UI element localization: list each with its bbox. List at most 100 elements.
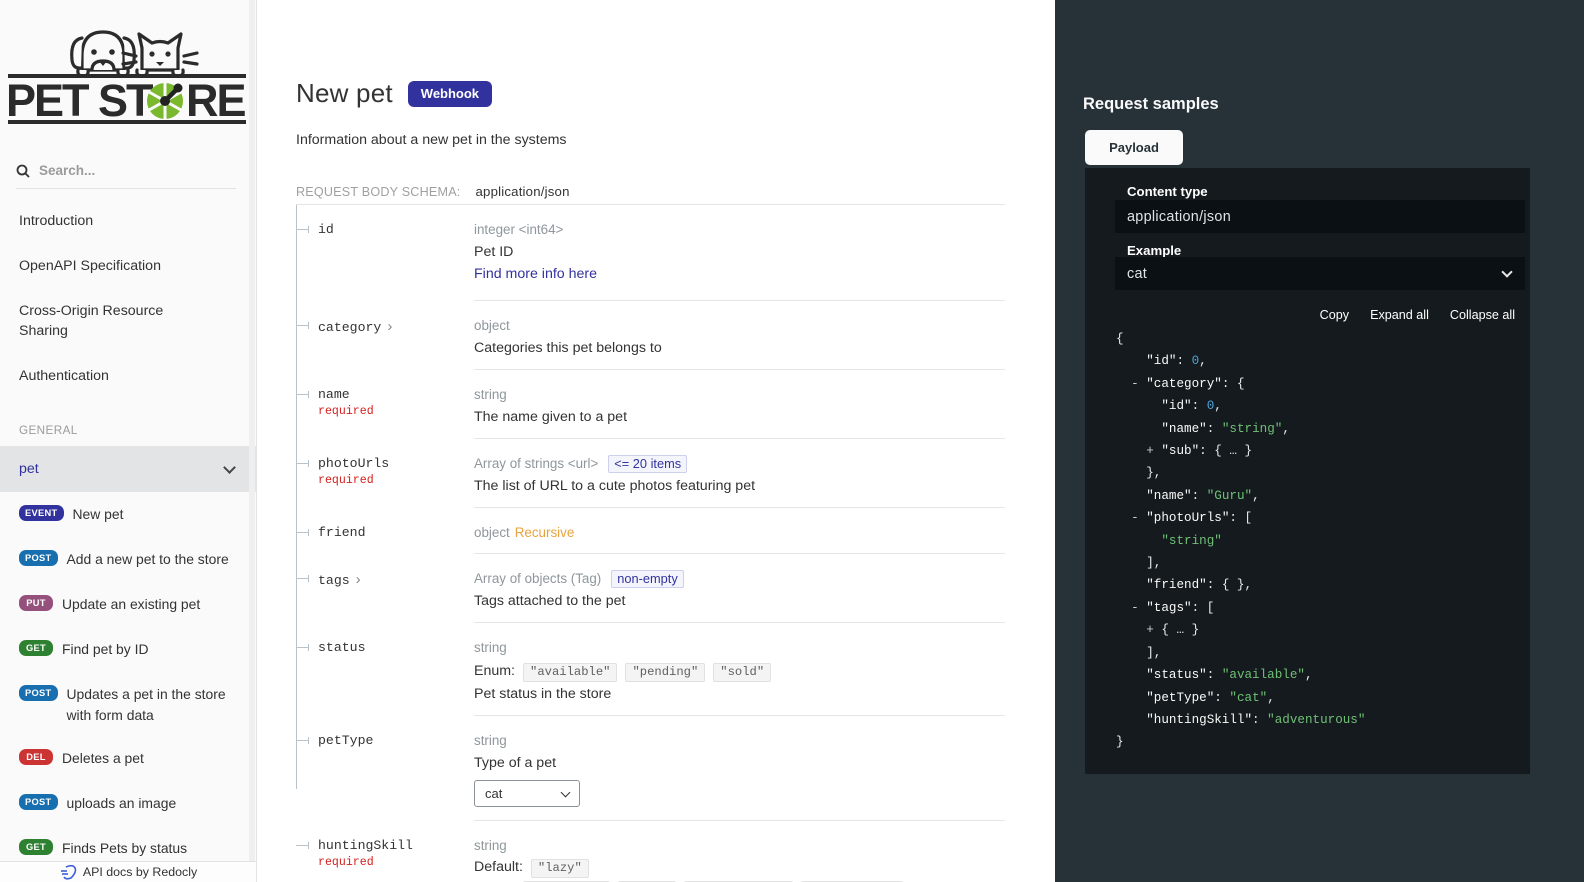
field-name: petType [318, 733, 466, 748]
sidebar-operations: EVENT New pet POST Add a new pet to the … [0, 492, 256, 871]
collapse-toggle-icon[interactable]: - [1131, 377, 1146, 391]
schema-row-status: status string Enum:"available""pending""… [296, 623, 1005, 716]
schema-row-photourls: photoUrls required Array of strings <url… [296, 439, 1005, 508]
request-samples-panel: Request samples Payload Content type app… [1055, 0, 1584, 882]
field-type: string [474, 640, 1005, 655]
method-badge-get: GET [19, 839, 53, 855]
copy-button[interactable]: Copy [1320, 308, 1349, 322]
field-name[interactable]: category [318, 320, 381, 335]
sidebar-section-general: GENERAL [0, 424, 256, 437]
field-type: object [474, 525, 510, 540]
sidebar-nav: Introduction OpenAPI Specification Cross… [0, 199, 256, 871]
sidebar-group-pet[interactable]: pet [0, 446, 256, 492]
operation-label: Update an existing pet [62, 594, 200, 615]
method-badge-get: GET [19, 640, 53, 656]
sidebar-item-update-pet-form-data[interactable]: POST Updates a pet in the store with for… [0, 672, 256, 736]
field-description: The name given to a pet [474, 409, 1005, 425]
code-line: - "tags": [ [1116, 597, 1365, 619]
page-title: New pet [296, 78, 393, 109]
svg-text:PET ST: PET ST [6, 75, 153, 124]
code-line: + { … } [1116, 619, 1365, 641]
field-type: string [474, 838, 1005, 853]
sidebar-item-add-pet[interactable]: POST Add a new pet to the store [0, 537, 256, 582]
expand-field-icon[interactable]: › [356, 571, 361, 588]
required-label: required [318, 405, 466, 418]
search-input[interactable] [39, 163, 209, 178]
collapse-toggle-icon[interactable]: + [1146, 623, 1161, 637]
search-bar [16, 163, 236, 189]
expand-all-button[interactable]: Expand all [1370, 308, 1429, 322]
field-type: Array of objects (Tag) [474, 571, 601, 586]
code-sample: { "id": 0, - "category": { "id": 0, "nam… [1116, 328, 1365, 754]
field-name: huntingSkill [318, 838, 466, 853]
schema-row-huntingskill: huntingSkill required string Default:"la… [296, 821, 1005, 882]
sidebar-item-delete-pet[interactable]: DEL Deletes a pet [0, 736, 256, 781]
field-description: Categories this pet belongs to [474, 340, 1005, 356]
code-line: - "photoUrls": [ [1116, 507, 1365, 529]
collapse-toggle-icon[interactable]: - [1131, 601, 1146, 615]
webhook-badge: Webhook [408, 81, 492, 107]
sidebar-item-uploads-image[interactable]: POST uploads an image [0, 781, 256, 826]
field-description: Type of a pet [474, 755, 1005, 771]
expand-field-icon[interactable]: › [387, 318, 392, 335]
code-line: ], [1116, 642, 1365, 664]
code-line: "petType": "cat", [1116, 687, 1365, 709]
sidebar-scrollbar[interactable] [249, 0, 255, 882]
petstore-logo: PET ST RE [0, 0, 256, 129]
sidebar-item-cors[interactable]: Cross-Origin Resource Sharing [0, 289, 230, 354]
search-icon [16, 164, 30, 178]
field-name: status [318, 640, 466, 655]
sidebar-item-new-pet[interactable]: EVENT New pet [0, 492, 256, 537]
field-type: integer <int64> [474, 222, 1005, 237]
code-line: "name": "string", [1116, 418, 1365, 440]
operation-label: Updates a pet in the store with form dat… [67, 684, 227, 726]
code-line: ], [1116, 552, 1365, 574]
sidebar-item-update-pet[interactable]: PUT Update an existing pet [0, 582, 256, 627]
code-line: + "sub": { … } [1116, 440, 1365, 462]
redocly-logo-icon [60, 865, 77, 880]
tab-payload[interactable]: Payload [1085, 130, 1183, 165]
schema-row-friend: friend objectRecursive [296, 508, 1005, 554]
sidebar: PET ST RE Introduction [0, 0, 257, 882]
redocly-footer-link[interactable]: API docs by Redocly [0, 861, 257, 882]
example-label: Example [1127, 243, 1181, 258]
code-line: { [1116, 328, 1365, 350]
sample-box: Content type application/json Example ca… [1085, 168, 1530, 774]
collapse-all-button[interactable]: Collapse all [1450, 308, 1515, 322]
schema-row-category: category › object Categories this pet bel… [296, 301, 1005, 370]
example-selected-value: cat [1115, 266, 1147, 282]
page-description: Information about a new pet in the syste… [296, 132, 567, 148]
field-name[interactable]: tags [318, 573, 350, 588]
constraint-badge: <= 20 items [608, 455, 687, 473]
code-line: }, [1116, 462, 1365, 484]
find-more-info-link[interactable]: Find more info here [474, 266, 597, 282]
constraint-badge: non-empty [611, 570, 683, 588]
field-type: string [474, 387, 1005, 402]
collapse-toggle-icon[interactable]: + [1146, 444, 1161, 458]
chevron-down-icon [1501, 266, 1512, 277]
sidebar-item-introduction[interactable]: Introduction [0, 199, 256, 244]
sidebar-item-authentication[interactable]: Authentication [0, 354, 256, 399]
collapse-toggle-icon[interactable]: - [1131, 511, 1146, 525]
method-badge-post: POST [19, 550, 58, 566]
example-select[interactable]: cat [1115, 257, 1525, 290]
field-description: Tags attached to the pet [474, 593, 1005, 609]
main-content: New pet Webhook Information about a new … [258, 0, 1055, 882]
pettype-select[interactable]: cat [474, 780, 580, 807]
sidebar-item-openapi-specification[interactable]: OpenAPI Specification [0, 244, 256, 289]
recursive-link[interactable]: Recursive [515, 525, 575, 540]
field-type: string [474, 733, 1005, 748]
pettype-selected-value: cat [485, 786, 502, 801]
field-type: object [474, 318, 1005, 333]
footer-label: API docs by Redocly [83, 865, 197, 879]
chevron-down-icon [223, 461, 236, 474]
schema-row-id: id integer <int64> Pet ID Find more info… [296, 205, 1005, 301]
operation-label: Finds Pets by status [62, 838, 187, 859]
field-description: Pet status in the store [474, 686, 1005, 702]
sidebar-item-find-pet-by-id[interactable]: GET Find pet by ID [0, 627, 256, 672]
field-name: id [318, 222, 466, 237]
code-line: "friend": { }, [1116, 574, 1365, 596]
operation-label: Add a new pet to the store [67, 549, 229, 570]
method-badge-post: POST [19, 794, 58, 810]
field-name: name [318, 387, 466, 402]
